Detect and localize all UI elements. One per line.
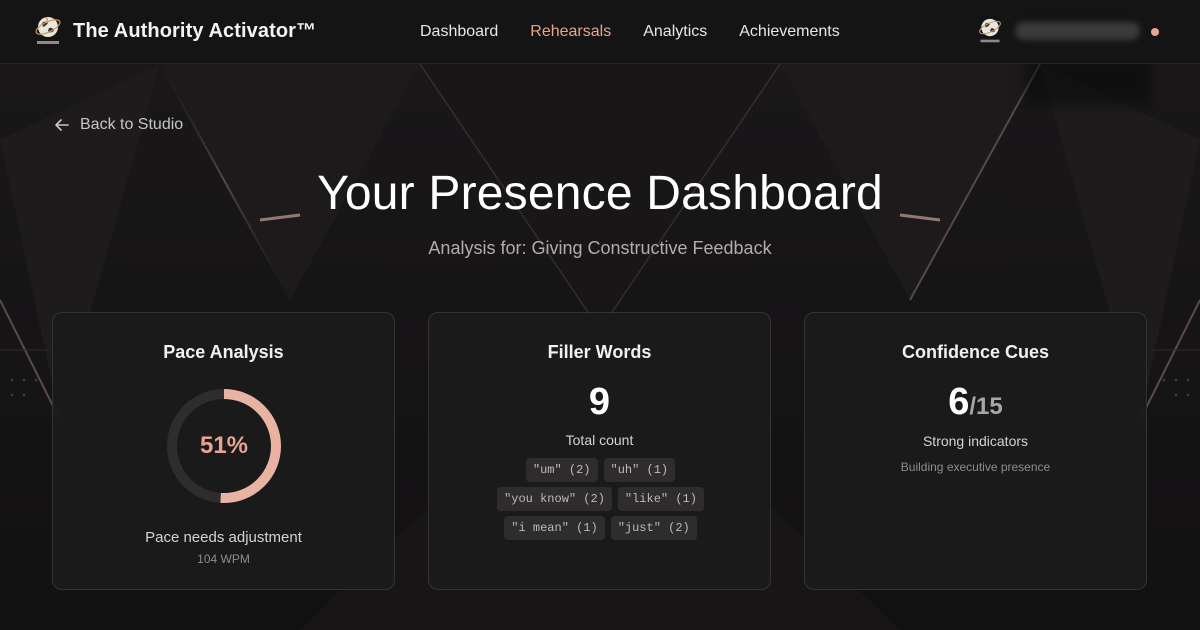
filler-tag: "you know" (2): [497, 487, 612, 511]
status-dot: [1151, 28, 1159, 36]
back-label: Back to Studio: [80, 116, 184, 133]
nav-item-analytics[interactable]: Analytics: [643, 20, 707, 44]
arrow-left-icon: [55, 119, 69, 131]
confidence-sub: Building executive presence: [900, 460, 1051, 474]
pace-status: Pace needs adjustment: [145, 529, 302, 546]
pace-wpm: 104 WPM: [197, 552, 250, 566]
brand[interactable]: The Authority Activator™: [33, 14, 316, 48]
filler-tag: "like" (1): [617, 487, 704, 511]
confidence-card-title: Confidence Cues: [901, 342, 1050, 362]
nav-item-rehearsals[interactable]: Rehearsals: [530, 20, 611, 44]
user-name-redacted: [1015, 22, 1140, 40]
globe-logo-icon: [35, 17, 61, 44]
confidence-cues-card: Confidence Cues 6/15 Strong indicators B…: [804, 312, 1147, 590]
filler-tag: "uh" (1): [603, 458, 676, 482]
filler-tag: "just" (2): [610, 516, 697, 540]
main-nav: Dashboard Rehearsals Analytics Achieveme…: [420, 20, 872, 44]
filler-card-title: Filler Words: [547, 342, 652, 362]
confidence-score: 6/15: [805, 381, 1146, 424]
filler-count-label: Total count: [565, 432, 634, 448]
user-menu[interactable]: [977, 16, 1159, 46]
pace-analysis-card: Pace Analysis 51% Pace needs adjustment …: [52, 312, 395, 590]
brand-name: The Authority Activator™: [73, 20, 317, 42]
top-navigation-bar: The Authority Activator™ Dashboard Rehea…: [0, 0, 1200, 64]
confidence-label: Strong indicators: [922, 433, 1029, 449]
confidence-total: 15: [976, 393, 1003, 420]
filler-tag: "um" (2): [525, 458, 598, 482]
filler-tag: "i mean" (1): [504, 516, 605, 540]
page-title: Your Presence Dashboard: [317, 167, 883, 220]
page-subtitle: Analysis for: Giving Constructive Feedba…: [428, 238, 772, 258]
nav-item-achievements[interactable]: Achievements: [739, 20, 840, 44]
pace-percent: 51%: [199, 432, 249, 459]
filler-count: 9: [588, 381, 611, 423]
pace-card-title: Pace Analysis: [163, 342, 284, 362]
back-to-studio-link[interactable]: Back to Studio: [53, 116, 183, 134]
user-avatar-icon: [979, 18, 1001, 43]
filler-tag-list: "um" (2) "uh" (1) "you know" (2) "like" …: [469, 458, 732, 545]
filler-words-card: Filler Words 9 Total count "um" (2) "uh"…: [428, 312, 771, 590]
confidence-value: 6: [948, 381, 970, 423]
nav-item-dashboard[interactable]: Dashboard: [420, 20, 498, 44]
presence-dashboard-page: The Authority Activator™ Dashboard Rehea…: [0, 0, 1200, 630]
